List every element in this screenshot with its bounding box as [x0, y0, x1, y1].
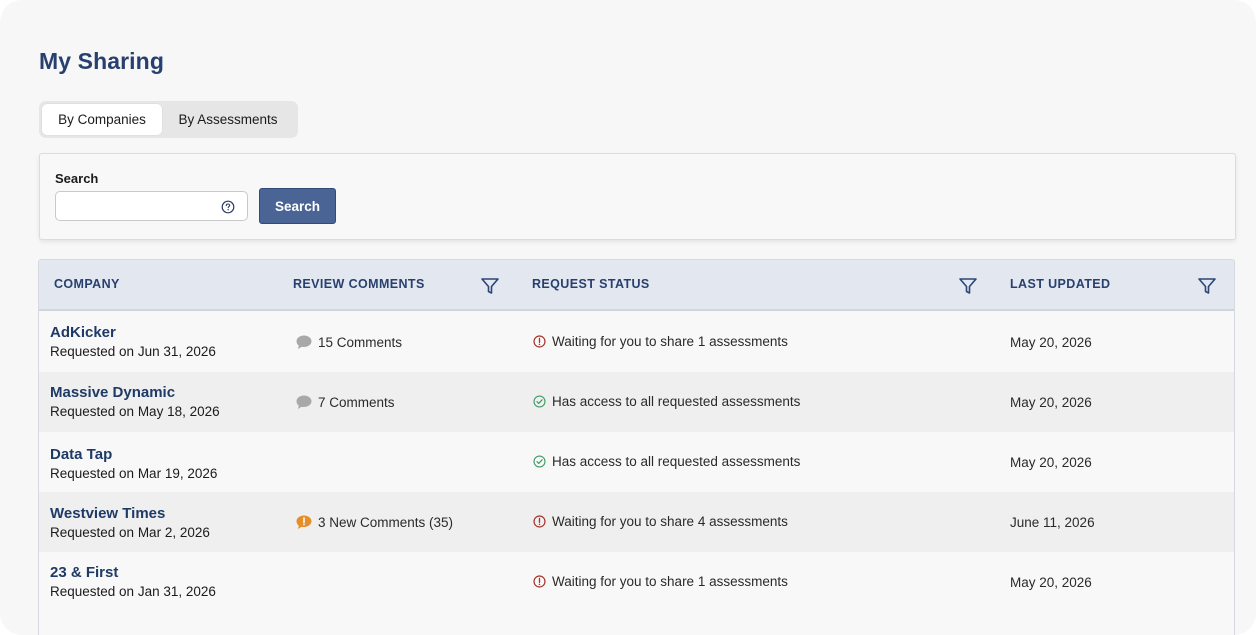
- review-comments-link[interactable]: 15 Comments: [295, 333, 402, 351]
- table-row[interactable]: AdKicker Requested on Jun 31, 2026 15 Co…: [39, 312, 1234, 372]
- page-title: My Sharing: [39, 48, 164, 74]
- new-comment-bubble-icon: [296, 515, 312, 529]
- requested-date: Requested on May 18, 2026: [50, 404, 220, 419]
- request-status: Has access to all requested assessments: [533, 394, 800, 409]
- last-updated-date: May 20, 2026: [1010, 395, 1092, 410]
- table-header: COMPANY REVIEW COMMENTS REQUEST STATUS L…: [39, 260, 1234, 311]
- company-name-link[interactable]: 23 & First: [50, 564, 118, 581]
- check-circle-icon: [533, 455, 546, 468]
- table-row[interactable]: Massive Dynamic Requested on May 18, 202…: [39, 372, 1234, 432]
- requested-date: Requested on Jan 31, 2026: [50, 584, 216, 599]
- comments-count: 3 New Comments (35): [318, 514, 454, 530]
- question-circle-icon[interactable]: [221, 200, 235, 214]
- speech-bubble-icon: [296, 395, 312, 409]
- requested-date: Requested on Mar 2, 2026: [50, 525, 210, 540]
- review-comments-link[interactable]: 7 Comments: [295, 393, 395, 411]
- company-name-link[interactable]: Data Tap: [50, 446, 112, 463]
- filter-icon[interactable]: [480, 276, 500, 296]
- requested-date: Requested on Jun 31, 2026: [50, 344, 216, 359]
- tab-by-companies[interactable]: By Companies: [42, 104, 162, 135]
- request-status: Has access to all requested assessments: [533, 454, 800, 469]
- alert-circle-icon: [533, 515, 546, 528]
- table-row[interactable]: Data Tap Requested on Mar 19, 2026 Has a…: [39, 432, 1234, 492]
- alert-circle-icon: [533, 575, 546, 588]
- comments-count: 7 Comments: [318, 394, 395, 410]
- table-row[interactable]: 23 & First Requested on Jan 31, 2026 Wai…: [39, 552, 1234, 612]
- search-input[interactable]: [56, 192, 216, 220]
- company-name-link[interactable]: AdKicker: [50, 324, 116, 341]
- status-text: Has access to all requested assessments: [552, 394, 801, 409]
- last-updated-date: May 20, 2026: [1010, 575, 1092, 590]
- check-circle-icon: [533, 395, 546, 408]
- search-field: [55, 191, 248, 221]
- request-status: Waiting for you to share 4 assessments: [533, 514, 788, 529]
- page-frame: My Sharing By Companies By Assessments S…: [0, 0, 1256, 635]
- search-button[interactable]: Search: [259, 188, 336, 224]
- request-status: Waiting for you to share 1 assessments: [533, 334, 788, 349]
- table-row[interactable]: Westview Times Requested on Mar 2, 2026 …: [39, 492, 1234, 552]
- status-text: Waiting for you to share 4 assessments: [552, 514, 788, 529]
- status-text: Waiting for you to share 1 assessments: [552, 574, 788, 589]
- status-text: Waiting for you to share 1 assessments: [552, 334, 788, 349]
- last-updated-date: May 20, 2026: [1010, 335, 1092, 350]
- status-text: Has access to all requested assessments: [552, 454, 801, 469]
- filter-icon[interactable]: [1197, 276, 1217, 296]
- filter-icon[interactable]: [958, 276, 978, 296]
- request-status: Waiting for you to share 1 assessments: [533, 574, 788, 589]
- tab-by-assessments[interactable]: By Assessments: [166, 104, 290, 135]
- requested-date: Requested on Mar 19, 2026: [50, 466, 218, 481]
- last-updated-date: May 20, 2026: [1010, 455, 1092, 470]
- last-updated-date: June 11, 2026: [1010, 515, 1095, 530]
- view-tabs: By Companies By Assessments: [39, 101, 298, 138]
- search-label: Search: [55, 171, 99, 186]
- column-header-review-comments: REVIEW COMMENTS: [293, 277, 425, 291]
- company-name-link[interactable]: Westview Times: [50, 505, 165, 522]
- sharing-table: COMPANY REVIEW COMMENTS REQUEST STATUS L…: [38, 259, 1235, 635]
- alert-circle-icon: [533, 335, 546, 348]
- column-header-company: COMPANY: [54, 277, 120, 291]
- column-header-last-updated: LAST UPDATED: [1010, 277, 1111, 291]
- review-comments-link[interactable]: 3 New Comments (35): [295, 513, 453, 531]
- comments-count: 15 Comments: [318, 334, 403, 350]
- company-name-link[interactable]: Massive Dynamic: [50, 384, 175, 401]
- column-header-request-status: REQUEST STATUS: [532, 277, 650, 291]
- search-panel: Search Search: [39, 153, 1236, 240]
- speech-bubble-icon: [296, 335, 312, 349]
